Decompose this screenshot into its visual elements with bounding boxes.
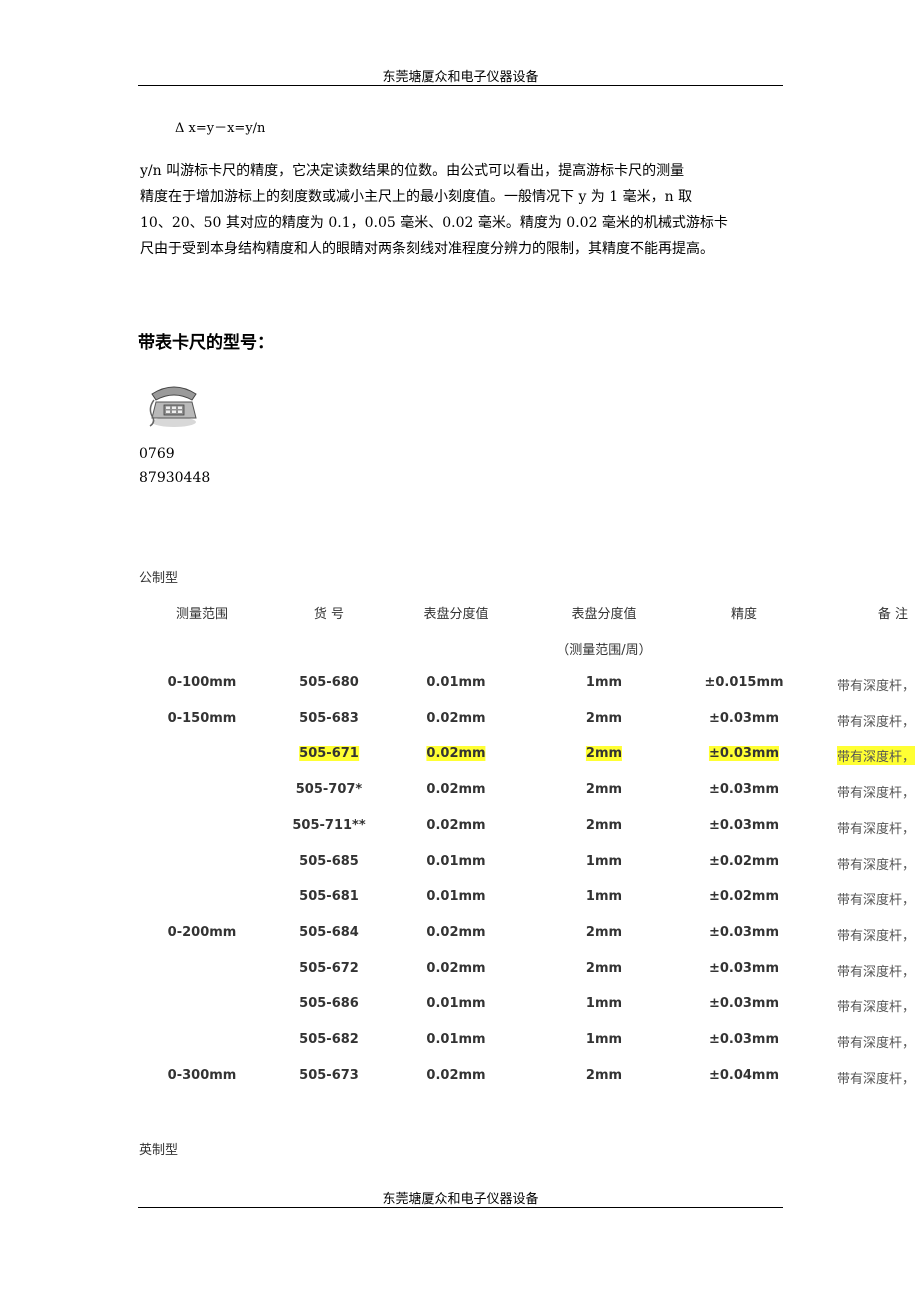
cell-accuracy: ±0.03mm — [708, 996, 780, 1011]
cell-accuracy: ±0.03mm — [708, 818, 780, 833]
cell-notes: 带有深度杆， — [837, 786, 916, 801]
paragraph-line: 尺由于受到本身结构精度和人的眼睛对两条刻线对准程度分辨力的限制，其精度不能再提高… — [140, 241, 714, 257]
cell-notes: 带有深度杆， — [837, 929, 916, 944]
cell-code: 505-681 — [299, 889, 359, 904]
cell-per-revolution: 2mm — [585, 711, 623, 726]
cell-code: 505-680 — [299, 675, 359, 690]
cell-code: 505-711** — [292, 818, 366, 833]
cell-notes: 带有深度杆， — [837, 893, 916, 908]
cell-notes: 带有深度杆， — [837, 1072, 916, 1087]
cell-division: 0.01mm — [426, 889, 486, 904]
cell-per-revolution: 2mm — [585, 818, 623, 833]
header-accuracy: 精度 — [730, 607, 758, 622]
paragraph-line: 精度在于增加游标上的刻度数或减小主尺上的最小刻度值。一般情况下 y 为 1 毫米… — [140, 189, 693, 205]
cell-per-revolution: 1mm — [585, 889, 623, 904]
cell-per-revolution: 1mm — [585, 1032, 623, 1047]
header-code: 货 号 — [313, 607, 345, 622]
cell-accuracy: ±0.03mm — [708, 746, 780, 761]
cell-accuracy: ±0.03mm — [708, 961, 780, 976]
header-per-revolution-sub: （测量范围/周） — [556, 643, 652, 658]
header-range: 测量范围 — [175, 607, 229, 622]
cell-code: 505-686 — [299, 996, 359, 1011]
cell-per-revolution: 2mm — [585, 1068, 623, 1083]
header-per-revolution: 表盘分度值 — [571, 607, 637, 622]
header-division: 表盘分度值 — [423, 607, 489, 622]
imperial-section-label: 英制型 — [139, 1143, 179, 1158]
cell-per-revolution: 2mm — [585, 746, 623, 761]
cell-code: 505-683 — [299, 711, 359, 726]
phone-number: 87930448 — [139, 470, 211, 486]
cell-accuracy: ±0.04mm — [708, 1068, 780, 1083]
cell-per-revolution: 2mm — [585, 782, 623, 797]
cell-division: 0.02mm — [426, 818, 486, 833]
cell-per-revolution: 1mm — [585, 996, 623, 1011]
cell-accuracy: ±0.015mm — [704, 675, 784, 690]
cell-accuracy: ±0.03mm — [708, 1032, 780, 1047]
cell-code: 505-707* — [295, 782, 363, 797]
cell-division: 0.02mm — [426, 782, 486, 797]
phone-area-code: 0769 — [139, 446, 175, 462]
paragraph-line: y/n 叫游标卡尺的精度，它决定读数结果的位数。由公式可以看出，提高游标卡尺的测… — [140, 163, 685, 179]
cell-notes: 带有深度杆， — [837, 822, 916, 837]
cell-division: 0.01mm — [426, 1032, 486, 1047]
cell-code: 505-673 — [299, 1068, 359, 1083]
paragraph-line: 10、20、50 其对应的精度为 0.1，0.05 毫米、0.02 毫米。精度为… — [140, 215, 728, 231]
cell-code: 505-672 — [299, 961, 359, 976]
header-rule — [138, 85, 783, 86]
cell-notes: 带有深度杆， — [837, 965, 916, 980]
cell-range: 0-150mm — [167, 711, 237, 726]
cell-notes: 带有深度杆， — [837, 679, 916, 694]
metric-section-label: 公制型 — [139, 571, 179, 586]
cell-division: 0.02mm — [426, 746, 486, 761]
telephone-icon — [146, 378, 202, 430]
cell-division: 0.01mm — [426, 996, 486, 1011]
header-notes: 备 注 — [877, 607, 909, 622]
cell-accuracy: ±0.03mm — [708, 925, 780, 940]
cell-accuracy: ±0.02mm — [708, 889, 780, 904]
cell-code: 505-682 — [299, 1032, 359, 1047]
cell-per-revolution: 2mm — [585, 961, 623, 976]
cell-division: 0.02mm — [426, 961, 486, 976]
cell-per-revolution: 1mm — [585, 675, 623, 690]
cell-division: 0.01mm — [426, 854, 486, 869]
cell-notes: 带有深度杆， — [837, 858, 916, 873]
footer-rule — [138, 1207, 783, 1208]
cell-range: 0-200mm — [167, 925, 237, 940]
cell-per-revolution: 2mm — [585, 925, 623, 940]
cell-code: 505-671 — [299, 746, 359, 761]
cell-division: 0.01mm — [426, 675, 486, 690]
cell-range: 0-300mm — [167, 1068, 237, 1083]
cell-accuracy: ±0.02mm — [708, 854, 780, 869]
formula: Δ x=y－x=y/n — [175, 121, 266, 136]
cell-notes: 带有深度杆， — [837, 746, 916, 765]
cell-per-revolution: 1mm — [585, 854, 623, 869]
cell-notes: 带有深度杆， — [837, 1036, 916, 1051]
page-header: 东莞塘厦众和电子仪器设备 — [382, 70, 539, 85]
page-footer: 东莞塘厦众和电子仪器设备 — [382, 1192, 539, 1207]
section-heading: 带表卡尺的型号： — [138, 333, 274, 353]
cell-accuracy: ±0.03mm — [708, 711, 780, 726]
cell-accuracy: ±0.03mm — [708, 782, 780, 797]
cell-notes: 带有深度杆， — [837, 715, 916, 730]
cell-division: 0.02mm — [426, 711, 486, 726]
cell-code: 505-684 — [299, 925, 359, 940]
cell-division: 0.02mm — [426, 925, 486, 940]
cell-division: 0.02mm — [426, 1068, 486, 1083]
cell-notes: 带有深度杆， — [837, 1000, 916, 1015]
cell-code: 505-685 — [299, 854, 359, 869]
cell-range: 0-100mm — [167, 675, 237, 690]
